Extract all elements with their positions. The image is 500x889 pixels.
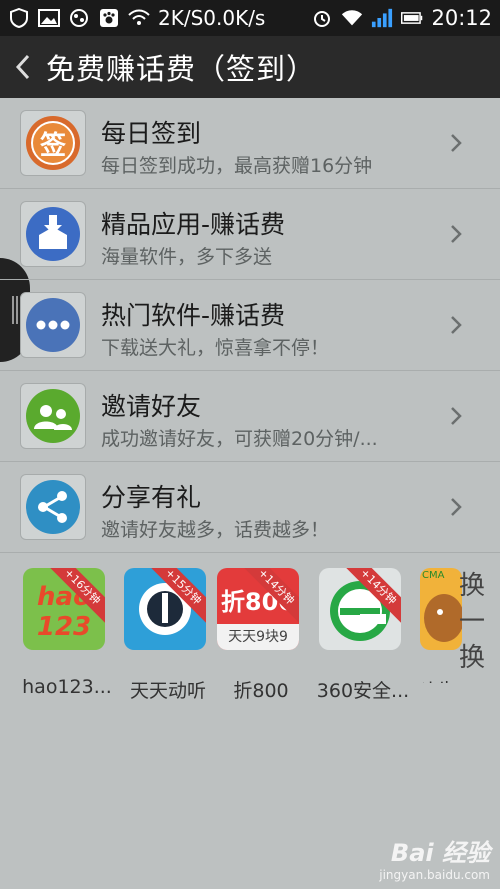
share-icon — [20, 474, 86, 540]
app-notification-icon — [68, 9, 90, 27]
app-360-security[interactable]: +14分钟 360安全... — [313, 568, 409, 702]
list-item-share[interactable]: 分享有礼 邀请好友越多，话费越多！ — [0, 462, 500, 553]
list-item-subtitle: 海量软件，多下多送 — [101, 246, 273, 268]
image-icon — [38, 9, 60, 27]
app-strip: hao 123 +16分钟 hao123... +15分钟 天天动听 折800 … — [0, 556, 500, 702]
app-name: 折800 — [233, 680, 289, 702]
chevron-right-icon — [451, 407, 462, 425]
chevron-right-icon — [451, 134, 462, 152]
invite-friends-icon — [20, 383, 86, 449]
list-item-title: 分享有礼 — [101, 483, 202, 512]
list-item-title: 邀请好友 — [101, 392, 202, 421]
wifi-icon — [341, 9, 363, 27]
list-item-subtitle: 邀请好友越多，话费越多！ — [101, 519, 330, 541]
signal-icon — [371, 8, 393, 28]
title-bar: 免费赚话费（签到） — [0, 36, 500, 98]
wifi-share-icon — [128, 9, 150, 27]
watermark-sub: jingyan.baidu.com — [379, 868, 490, 882]
list-item-title: 热门软件-赚话费 — [101, 301, 286, 330]
list-item-subtitle: 下载送大礼，惊喜拿不停！ — [101, 337, 330, 359]
list-item-invite-friends[interactable]: 邀请好友 成功邀请好友，可获赠20分钟/... — [0, 371, 500, 462]
app-name: 360安全... — [316, 680, 410, 702]
sign-in-icon-glyph: 签 — [39, 130, 66, 161]
ttpod-icon: +15分钟 — [124, 568, 206, 650]
list-item-hot-software[interactable]: 热门软件-赚话费 下载送大礼，惊喜拿不停！ — [0, 280, 500, 371]
baidu-paw-icon — [98, 9, 120, 27]
network-speed: 2K/S0.0K/s — [158, 6, 266, 30]
task-list: 签 每日签到 每日签到成功，最高获赠16分钟 精品应用-赚话费 海量软件，多下多… — [0, 98, 500, 553]
status-right: 20:12 — [311, 6, 492, 30]
app-hao123[interactable]: hao 123 +16分钟 hao123... — [17, 568, 112, 698]
app-name: 天天动听 — [129, 680, 206, 702]
clock: 20:12 — [431, 6, 492, 30]
list-item-subtitle: 成功邀请好友，可获赠20分钟/... — [101, 428, 378, 450]
alarm-icon — [311, 9, 333, 27]
watermark-main: Bai 经验 — [390, 839, 490, 867]
download-box-icon — [20, 201, 86, 267]
back-arrow-icon — [15, 54, 30, 80]
swap-button[interactable]: 换一换 — [452, 568, 492, 678]
list-item-featured-apps[interactable]: 精品应用-赚话费 海量软件，多下多送 — [0, 189, 500, 280]
zhe800-icon-subtext: 天天9块9 — [217, 624, 299, 650]
more-dots-icon — [20, 292, 86, 358]
status-left: 2K/S0.0K/s — [8, 6, 265, 30]
chevron-right-icon — [451, 498, 462, 516]
baidu-watermark: Bai 经验 jingyan.baidu.com — [370, 833, 490, 883]
hao123-icon: hao 123 +16分钟 — [23, 568, 105, 650]
battery-icon — [401, 9, 423, 27]
shield-icon — [8, 8, 30, 28]
app-zhe800[interactable]: 折800 天天9块9 +14分钟 折800 — [211, 568, 301, 702]
chevron-right-icon — [451, 316, 462, 334]
360-browser-icon: +14分钟 — [319, 568, 401, 650]
list-item-daily-signin[interactable]: 签 每日签到 每日签到成功，最高获赠16分钟 — [0, 98, 500, 189]
page-title: 免费赚话费（签到） — [46, 52, 317, 86]
zhe800-icon: 折800 天天9块9 +14分钟 — [217, 568, 299, 650]
status-bar: 2K/S0.0K/s 20:12 — [0, 0, 500, 36]
chevron-right-icon — [451, 225, 462, 243]
back-button[interactable] — [6, 42, 40, 92]
list-item-title: 精品应用-赚话费 — [101, 210, 286, 239]
app-name: hao123... — [22, 676, 112, 698]
list-item-subtitle: 每日签到成功，最高获赠16分钟 — [101, 155, 373, 177]
list-item-title: 每日签到 — [101, 119, 202, 148]
sign-in-icon: 签 — [20, 110, 86, 176]
app-ttpod[interactable]: +15分钟 天天动听 — [118, 568, 208, 702]
